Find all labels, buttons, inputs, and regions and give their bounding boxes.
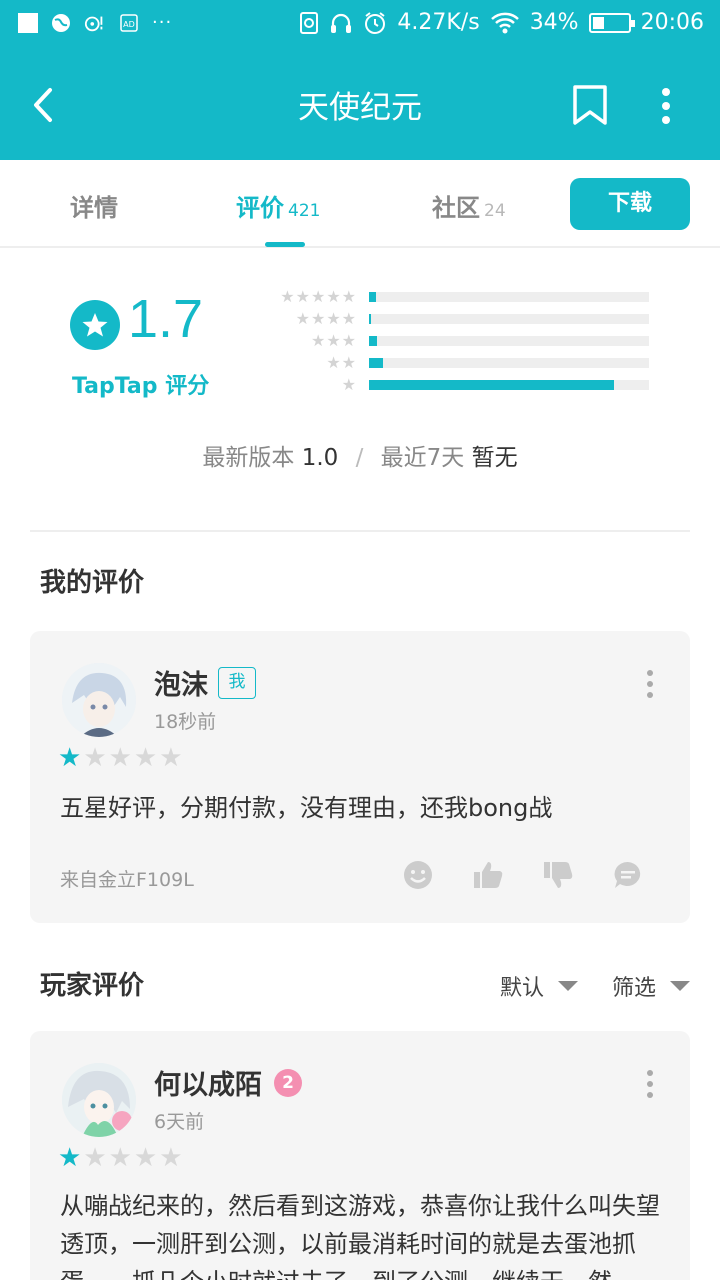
rating-bar-stars: ★★ [326, 353, 357, 372]
rating-bar-track [369, 314, 649, 324]
rating-bar-fill [369, 336, 377, 346]
sort-default-label: 默认 [500, 976, 545, 1001]
sort-default-dropdown[interactable]: 默认 [500, 970, 579, 1002]
review-time: 6天前 [154, 1111, 205, 1133]
rating-bar-track [369, 292, 649, 302]
tab-reviews[interactable]: 评价 421 [236, 188, 320, 223]
rating-bar-stars: ★ [341, 375, 357, 394]
more-vert-icon[interactable] [646, 1069, 654, 1099]
avatar[interactable] [62, 1063, 136, 1137]
rating-bar-fill [369, 380, 614, 390]
version-separator: / [355, 445, 364, 471]
more-vert-icon[interactable] [652, 86, 680, 126]
thumbs-down-icon[interactable] [542, 859, 574, 891]
review-time: 18秒前 [154, 711, 217, 733]
link-icon [84, 12, 106, 34]
rating-bar-track [369, 336, 649, 346]
section-divider [30, 530, 690, 532]
download-button[interactable]: 下载 [570, 178, 690, 230]
tab-reviews-count: 421 [288, 201, 321, 221]
rating-bar-track [369, 380, 649, 390]
app-bar: 天使纪元 [0, 50, 720, 160]
svg-text:AD: AD [123, 20, 135, 29]
comment-icon[interactable] [612, 859, 644, 891]
level-badge: 2 [274, 1069, 302, 1097]
rating-bar-1-star: ★ [262, 374, 662, 396]
review-username: 泡沫 [154, 670, 208, 701]
avatar[interactable] [62, 663, 136, 737]
globe-icon [50, 12, 72, 34]
more-dots-icon: ··· [152, 12, 173, 33]
review-stars: ★★★★★ [58, 743, 185, 773]
battery-percent: 34% [529, 10, 579, 35]
bookmark-icon[interactable] [570, 84, 610, 126]
tab-reviews-label: 评价 [236, 194, 284, 222]
rating-bar-fill [369, 292, 376, 302]
recent-value: 暂无 [471, 445, 518, 471]
my-review-card[interactable]: 泡沫 我 18秒前 ★★★★★ 五星好评，分期付款，没有理由，还我bong战 来… [30, 631, 690, 923]
caret-down-icon [558, 981, 579, 991]
rating-bar-fill [369, 314, 371, 324]
rating-bar-fill [369, 358, 383, 368]
headset-icon [331, 13, 352, 33]
battery-level [592, 16, 605, 29]
rating-bar-5-star: ★★★★★ [262, 286, 662, 308]
status-right-icons: 4.27K/s 34% 20:06 [299, 10, 704, 35]
version-label: 最新版本 [202, 445, 295, 471]
more-vert-icon[interactable] [646, 669, 654, 699]
rating-score: 1.7 [128, 289, 204, 349]
review-stars: ★★★★★ [58, 1143, 185, 1173]
emoji-icon[interactable] [402, 859, 434, 891]
rating-bar-2-star: ★★ [262, 352, 662, 374]
version-info: 最新版本 1.0 / 最近7天 暂无 [0, 438, 720, 472]
rating-bar-stars: ★★★ [310, 331, 357, 350]
player-review-card[interactable]: 何以成陌 2 6天前 ★★★★★ 从嘣战纪来的，然后看到这游戏，恭喜你让我什么叫… [30, 1031, 690, 1280]
caret-down-icon [670, 981, 691, 991]
thumbs-up-icon[interactable] [472, 859, 504, 891]
page-title: 天使纪元 [298, 90, 422, 126]
rating-bar-3-star: ★★★ [262, 330, 662, 352]
alarm-icon [365, 11, 386, 34]
filter-dropdown[interactable]: 筛选 [612, 970, 691, 1002]
rating-bar-4-star: ★★★★ [262, 308, 662, 330]
status-left-icons: AD ··· [18, 12, 172, 34]
ad-icon: AD [118, 12, 140, 34]
tab-details-label: 详情 [70, 194, 118, 222]
rating-summary: 1.7 TapTap 评分 [70, 289, 240, 406]
tab-community-label: 社区 [432, 194, 480, 222]
review-text: 五星好评，分期付款，没有理由，还我bong战 [60, 794, 553, 822]
rating-bar-track [369, 358, 649, 368]
rating-source-label: TapTap 评分 [72, 374, 210, 399]
rating-distribution: ★★★★★ ★★★★ ★★★ ★★ ★ [262, 286, 662, 396]
me-badge: 我 [218, 667, 256, 699]
net-speed: 4.27K/s [397, 10, 480, 35]
battery-icon [588, 12, 635, 33]
rating-bar-stars: ★★★★★ [280, 287, 357, 306]
review-device: 来自金立F109L [60, 869, 194, 891]
sim-icon [300, 11, 319, 34]
review-text: 从嘣战纪来的，然后看到这游戏，恭喜你让我什么叫失望透顶，一测肝到公测，以前最消耗… [60, 1192, 660, 1280]
tab-community-count: 24 [484, 201, 506, 221]
wifi-icon [490, 12, 519, 33]
tab-details[interactable]: 详情 [70, 188, 118, 223]
review-username: 何以成陌 [154, 1070, 262, 1101]
version-value: 1.0 [301, 445, 339, 471]
recent-label: 最近7天 [380, 445, 465, 471]
filter-label: 筛选 [612, 976, 657, 1001]
rating-bar-stars: ★★★★ [295, 309, 357, 328]
active-tab-indicator [265, 242, 305, 247]
clock: 20:06 [640, 10, 704, 35]
player-reviews-title: 玩家评价 [40, 971, 145, 1001]
square-icon [18, 13, 38, 33]
tab-bar: 详情 评价 421 社区 24 下载 [0, 160, 720, 248]
rating-star-icon [70, 300, 120, 350]
review-actions [402, 859, 644, 891]
status-bar: AD ··· 4.27K/s 34% 20:06 [0, 0, 720, 50]
my-review-title: 我的评价 [40, 568, 145, 598]
tab-community[interactable]: 社区 24 [432, 188, 506, 223]
